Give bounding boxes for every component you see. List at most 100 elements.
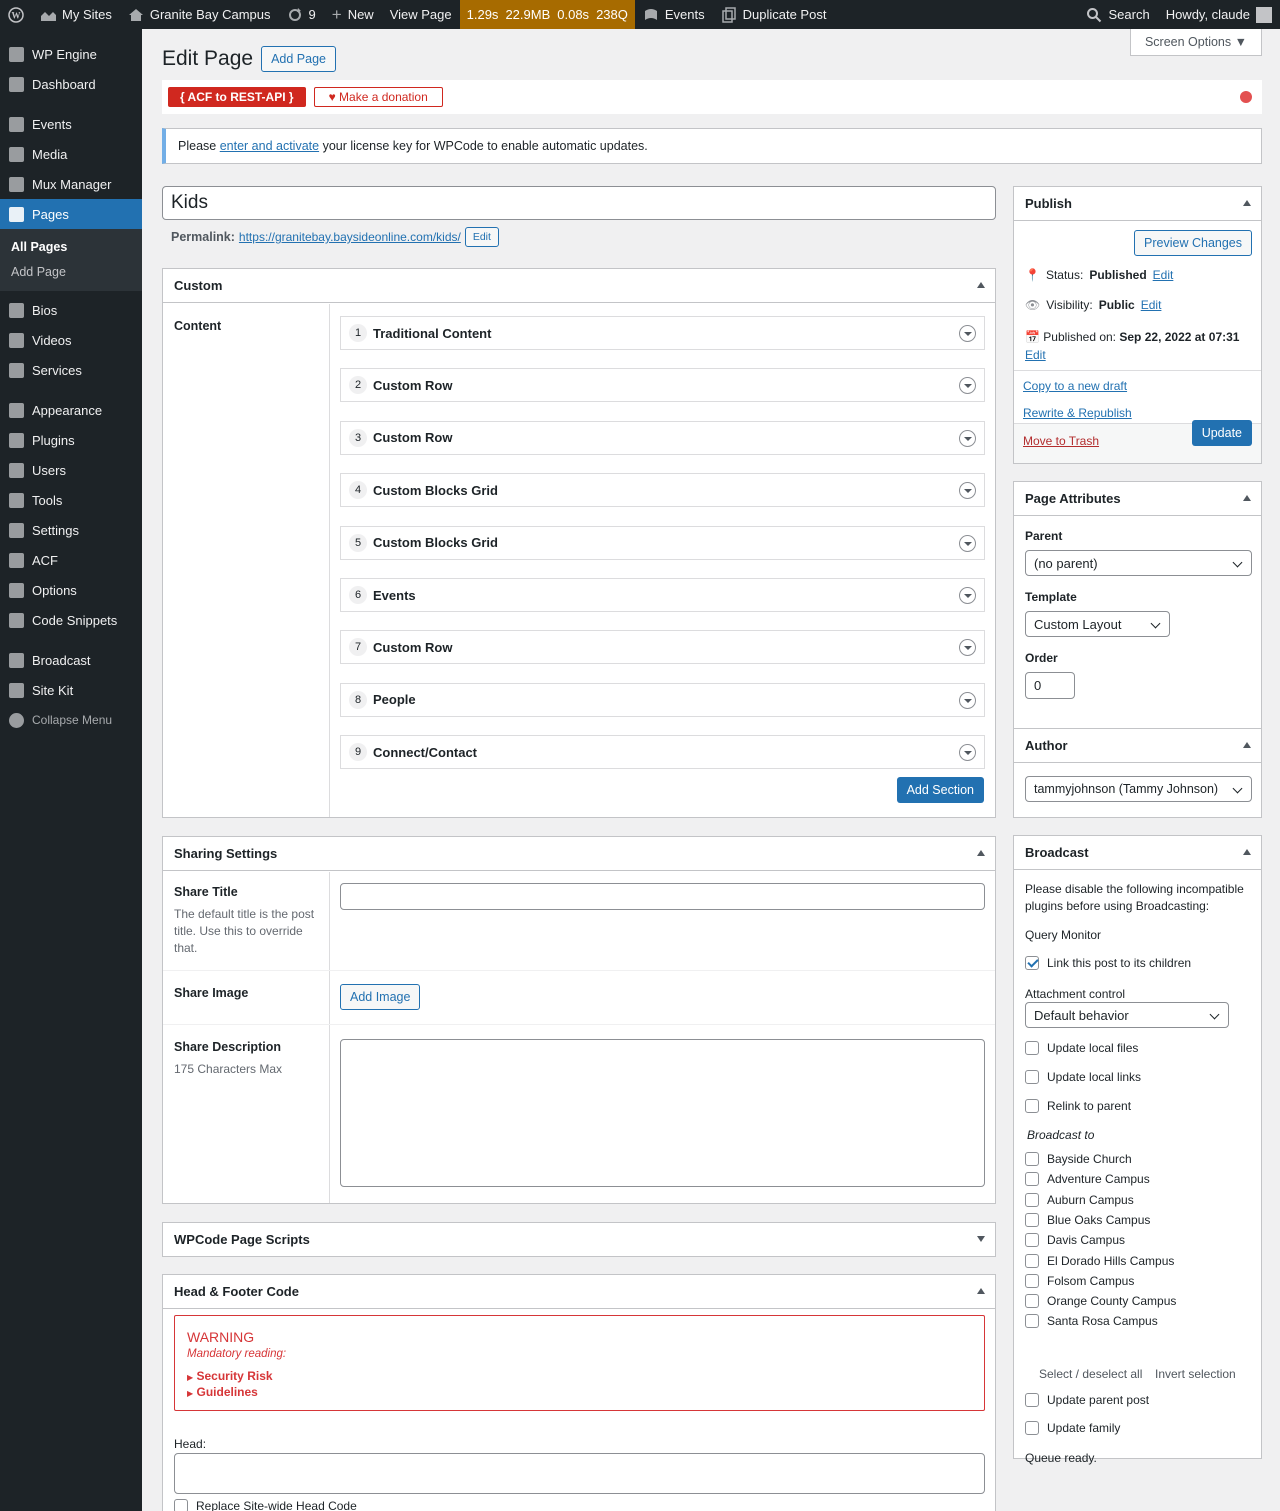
collapse-toggle-icon[interactable]	[959, 482, 976, 500]
my-sites-menu[interactable]: My Sites	[32, 0, 120, 29]
wordpress-logo[interactable]: W	[0, 0, 32, 29]
view-page-link[interactable]: View Page	[382, 0, 460, 29]
sidebar-item-options[interactable]: Options	[0, 575, 142, 605]
attachment-control-select[interactable]: Default behavior	[1025, 1002, 1229, 1028]
add-page-button[interactable]: Add Page	[261, 46, 336, 72]
flex-layout-row[interactable]: 5 Custom Blocks Grid	[340, 525, 985, 560]
toggle-up-icon[interactable]	[977, 282, 985, 288]
sidebar-item-broadcast[interactable]: Broadcast	[0, 645, 142, 675]
sidebar-item-code-snippets[interactable]: Code Snippets	[0, 605, 142, 635]
sidebar-item-plugins[interactable]: Plugins	[0, 425, 142, 455]
site-name-menu[interactable]: Granite Bay Campus	[120, 0, 279, 29]
link-children-checkbox[interactable]	[1025, 956, 1039, 970]
broadcast-site-checkbox[interactable]	[1025, 1233, 1039, 1248]
broadcast-site-checkbox[interactable]	[1025, 1253, 1039, 1268]
flex-layout-row[interactable]: 8 People	[340, 682, 985, 717]
toggle-up-icon[interactable]	[1243, 495, 1251, 501]
toggle-up-icon[interactable]	[1243, 200, 1251, 206]
order-input[interactable]: 0	[1025, 672, 1075, 699]
new-content-menu[interactable]: + New	[324, 0, 382, 29]
author-select[interactable]: tammyjohnson (Tammy Johnson)	[1025, 776, 1252, 802]
broadcast-site-checkbox[interactable]	[1025, 1314, 1039, 1329]
flex-layout-row[interactable]: 3 Custom Row	[340, 420, 985, 455]
toggle-up-icon[interactable]	[977, 850, 985, 856]
preview-changes-button[interactable]: Preview Changes	[1134, 230, 1252, 256]
page-attributes-header[interactable]: Page Attributes	[1014, 482, 1261, 516]
add-image-button[interactable]: Add Image	[340, 984, 421, 1010]
sidebar-item-pages[interactable]: Pages	[0, 199, 142, 229]
update-links-checkbox[interactable]	[1025, 1070, 1039, 1084]
sidebar-item-dashboard[interactable]: Dashboard	[0, 69, 142, 99]
security-risk-toggle[interactable]: ▶ Security Risk	[187, 1369, 273, 1383]
copy-to-draft-link[interactable]: Copy to a new draft	[1023, 379, 1127, 393]
flex-layout-row[interactable]: 7 Custom Row	[340, 630, 985, 665]
template-select[interactable]: Custom Layout	[1025, 611, 1170, 637]
update-files-checkbox[interactable]	[1025, 1041, 1039, 1055]
broadcast-header[interactable]: Broadcast	[1014, 836, 1261, 870]
sidebar-item-media[interactable]: Media	[0, 139, 142, 169]
move-to-trash-link[interactable]: Move to Trash	[1023, 434, 1099, 448]
submenu-add-page[interactable]: Add Page	[0, 260, 142, 285]
head-footer-box-header[interactable]: Head & Footer Code	[163, 1275, 995, 1309]
collapse-toggle-icon[interactable]	[959, 587, 976, 604]
broadcast-site-checkbox[interactable]	[1025, 1212, 1039, 1227]
acf-rest-api-button[interactable]: { ACF to REST-API }	[168, 87, 306, 107]
share-title-input[interactable]	[340, 883, 985, 910]
sidebar-item-site-kit[interactable]: Site Kit	[0, 675, 142, 705]
wpcode-box-header[interactable]: WPCode Page Scripts	[163, 1223, 995, 1256]
flex-layout-row[interactable]: 9 Connect/Contact	[340, 735, 985, 770]
published-edit-link[interactable]: Edit	[1025, 348, 1046, 362]
collapse-toggle-icon[interactable]	[959, 691, 976, 709]
head-code-textarea[interactable]	[174, 1453, 985, 1494]
submenu-all-pages[interactable]: All Pages	[0, 235, 142, 260]
collapse-toggle-icon[interactable]	[959, 639, 976, 657]
add-section-button[interactable]: Add Section	[896, 777, 984, 803]
screen-options-button[interactable]: Screen Options ▼	[1129, 29, 1262, 56]
broadcast-site-checkbox[interactable]	[1025, 1192, 1039, 1207]
close-icon[interactable]	[1240, 91, 1252, 103]
sidebar-item-settings[interactable]: Settings	[0, 515, 142, 545]
flex-layout-row[interactable]: 1 Traditional Content	[340, 316, 985, 350]
sidebar-item-events[interactable]: Events	[0, 109, 142, 139]
publish-box-header[interactable]: Publish	[1014, 187, 1261, 221]
sharing-box-header[interactable]: Sharing Settings	[163, 837, 995, 871]
notice-link[interactable]: enter and activate	[220, 139, 319, 153]
collapse-toggle-icon[interactable]	[959, 325, 976, 342]
status-edit-link[interactable]: Edit	[1153, 268, 1174, 282]
rewrite-republish-link[interactable]: Rewrite & Republish	[1023, 406, 1132, 420]
select-all-link[interactable]: Select / deselect all	[1039, 1367, 1142, 1381]
flex-layout-row[interactable]: 6 Events	[340, 578, 985, 612]
collapse-toggle-icon[interactable]	[959, 377, 976, 395]
parent-select[interactable]: (no parent)	[1025, 550, 1252, 576]
broadcast-site-checkbox[interactable]	[1025, 1152, 1039, 1166]
donate-button[interactable]: ♥ Make a donation	[313, 87, 443, 107]
toggle-down-icon[interactable]	[977, 1236, 985, 1242]
sidebar-item-wp-engine[interactable]: WP Engine	[0, 39, 142, 69]
broadcast-site-checkbox[interactable]	[1025, 1172, 1039, 1187]
flex-layout-row[interactable]: 2 Custom Row	[340, 368, 985, 403]
guidelines-toggle[interactable]: ▶ Guidelines	[187, 1385, 258, 1399]
update-button[interactable]: Update	[1191, 420, 1252, 446]
replace-head-code-checkbox[interactable]	[174, 1499, 188, 1511]
duplicate-post-menu[interactable]: Duplicate Post	[713, 0, 835, 29]
collapse-toggle-icon[interactable]	[959, 744, 976, 762]
toggle-up-icon[interactable]	[1243, 742, 1251, 748]
collapse-toggle-icon[interactable]	[959, 429, 976, 447]
sidebar-item-mux-manager[interactable]: Mux Manager	[0, 169, 142, 199]
custom-box-header[interactable]: Custom	[163, 269, 995, 303]
collapse-toggle-icon[interactable]	[959, 534, 976, 552]
flex-layout-row[interactable]: 4 Custom Blocks Grid	[340, 473, 985, 508]
update-parent-checkbox[interactable]	[1025, 1393, 1039, 1407]
permalink-edit-button[interactable]: Edit	[464, 227, 499, 247]
sidebar-item-services[interactable]: Services	[0, 355, 142, 385]
sidebar-item-users[interactable]: Users	[0, 455, 142, 485]
query-monitor-menu[interactable]: 1.29s 22.9MB 0.08s 238Q	[459, 0, 635, 29]
search-menu[interactable]: Search	[1078, 0, 1157, 29]
share-description-textarea[interactable]	[340, 1039, 985, 1187]
account-menu[interactable]: Howdy, claude	[1158, 0, 1280, 29]
sidebar-item-videos[interactable]: Videos	[0, 325, 142, 355]
author-header[interactable]: Author	[1014, 729, 1261, 763]
toggle-up-icon[interactable]	[1243, 849, 1251, 855]
visibility-edit-link[interactable]: Edit	[1141, 298, 1162, 312]
update-family-checkbox[interactable]	[1025, 1421, 1039, 1435]
